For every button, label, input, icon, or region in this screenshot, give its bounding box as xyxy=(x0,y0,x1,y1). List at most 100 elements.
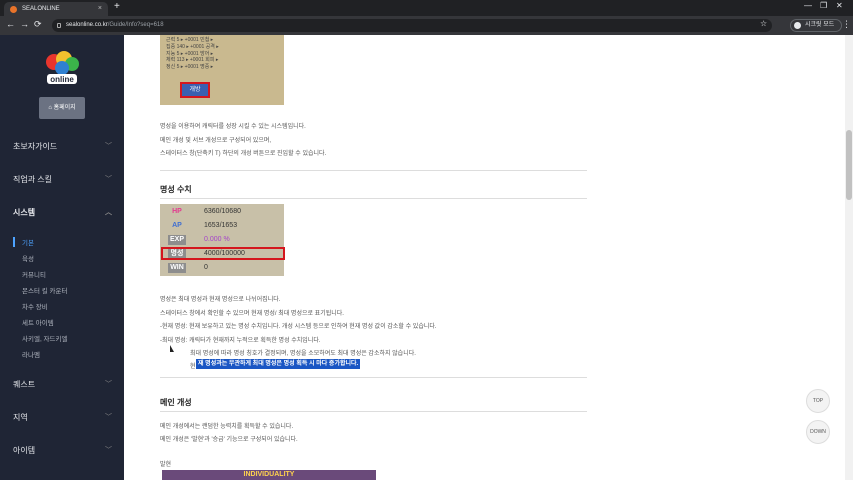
logo-text: online xyxy=(50,75,74,84)
browser-tab-bar: SEALONLINE × + — ❐ ✕ xyxy=(0,0,853,16)
divider xyxy=(160,170,587,171)
site-favicon-icon xyxy=(10,6,17,13)
selected-text-highlight[interactable]: 재 명성과는 무관하게 최대 명성은 명성 획득 시 마다 증가합니다. xyxy=(196,359,361,369)
sub-heading-manifest: 발현 xyxy=(160,462,172,468)
divider xyxy=(160,411,587,412)
sidebar: online ⌂ 홈페이지 초보자가이드 ﹀ 직업과 스킬 ﹀ 시스템 ︿ 기본… xyxy=(0,35,124,480)
sidebar-item-system[interactable]: 시스템 ︿ xyxy=(13,207,112,218)
fame-stats-screenshot: HP 6360/10680 AP 1653/1653 EXP 0.000 % 명… xyxy=(160,204,285,276)
mouse-cursor-icon xyxy=(170,345,174,352)
main-content: 근력 5 ▸ +0001 민첩 ▸ 집중 140 ▸ +0001 공격 ▸ 지능… xyxy=(124,35,845,480)
homepage-button[interactable]: ⌂ 홈페이지 xyxy=(39,97,85,119)
stat-value: 1653/1653 xyxy=(204,222,238,229)
close-window-icon[interactable]: ✕ xyxy=(836,1,843,10)
chevron-down-icon: ﹀ xyxy=(105,381,112,388)
new-tab-button[interactable]: + xyxy=(114,1,120,12)
scrollbar-thumb[interactable] xyxy=(846,130,852,200)
stat-label: EXP xyxy=(168,235,186,245)
lock-icon xyxy=(57,23,61,28)
divider xyxy=(160,377,587,378)
fame-paragraph: 스테이터스 창에서 확인할 수 있으며 현재 명성/ 최대 명성으로 표기됩니다… xyxy=(160,311,344,317)
stat-label: WIN xyxy=(168,263,186,273)
down-label: DOWN xyxy=(810,429,826,435)
stat-row-win: WIN 0 xyxy=(162,262,282,274)
status-line: 집중 140 ▸ +0001 공격 ▸ xyxy=(166,43,219,50)
chevron-down-icon: ﹀ xyxy=(105,176,112,183)
stat-row-hp: HP 6360/10680 xyxy=(162,206,282,218)
stat-value: 6360/10680 xyxy=(204,208,241,215)
seal-online-logo[interactable]: online xyxy=(44,50,80,86)
browser-toolbar: ← → ⟳ sealonline.co.kr/Guide/Info?seq=61… xyxy=(0,16,853,35)
sidebar-subitem-ranamem[interactable]: 라나멤 xyxy=(22,349,40,359)
sidebar-subitem-growth[interactable]: 육성 xyxy=(22,253,34,263)
main-paragraph: 메인 개성은 '발현'과 '승급' 기능으로 구성되어 있습니다. xyxy=(160,437,298,443)
fame-paragraph: -현재 명성: 현재 보유하고 있는 명성 수치입니다. 개성 시스템 등으로 … xyxy=(160,324,437,330)
sidebar-subitem-basic[interactable]: 기본 xyxy=(22,237,34,247)
sidebar-subitem-monster-kill-counter[interactable]: 몬스터 킬 카운터 xyxy=(22,285,67,295)
sidebar-item-label: 아이템 xyxy=(13,446,36,455)
browser-menu-icon[interactable]: ⋮ xyxy=(842,19,851,30)
section-title-fame: 명성 수치 xyxy=(160,185,192,194)
bookmark-star-icon[interactable]: ☆ xyxy=(760,19,767,28)
sidebar-subitem-tier-equipment[interactable]: 차수 장비 xyxy=(22,301,48,311)
stat-label: AP xyxy=(172,222,182,229)
intro-text: 메인 개성 및 서브 개성으로 구성되어 있으며, xyxy=(160,138,272,144)
sidebar-item-label: 시스템 xyxy=(13,208,36,217)
fame-paragraph: 현 xyxy=(190,364,196,370)
sidebar-item-beginner-guide[interactable]: 초보자가이드 ﹀ xyxy=(13,141,112,152)
main-paragraph: 메인 개성에서는 랜덤한 능력치를 획득할 수 있습니다. xyxy=(160,424,294,430)
divider xyxy=(160,198,587,199)
stat-row-exp: EXP 0.000 % xyxy=(162,234,282,246)
status-window-lines: 근력 5 ▸ +0001 민첩 ▸ 집중 140 ▸ +0001 공격 ▸ 지능… xyxy=(166,37,219,71)
fame-paragraph: 명성은 최대 명성과 현재 명성으로 나뉘어집니다. xyxy=(160,297,281,303)
intro-text: 명성을 이용하여 캐릭터를 성장 시킬 수 있는 시스템입니다. xyxy=(160,124,306,130)
stat-value: 0 xyxy=(204,264,208,271)
sidebar-item-label: 직업과 스킬 xyxy=(13,175,53,184)
reload-icon[interactable]: ⟳ xyxy=(34,19,42,30)
forward-icon[interactable]: → xyxy=(20,19,29,29)
sidebar-subitem-set-items[interactable]: 세트 아이템 xyxy=(22,317,54,327)
fame-highlight-box xyxy=(161,247,285,260)
incognito-profile-button[interactable]: 시크릿 모드 xyxy=(790,19,843,32)
tab-close-icon[interactable]: × xyxy=(98,2,102,16)
chevron-up-icon: ︿ xyxy=(105,209,112,216)
status-window-screenshot: 근력 5 ▸ +0001 민첩 ▸ 집중 140 ▸ +0001 공격 ▸ 지능… xyxy=(160,35,284,105)
section-title-main-individuality: 메인 개성 xyxy=(160,398,192,407)
active-subitem-indicator xyxy=(13,237,15,247)
sidebar-item-label: 초보자가이드 xyxy=(13,142,58,151)
sidebar-item-label: 퀘스트 xyxy=(13,380,36,389)
sidebar-item-item[interactable]: 아이템 ﹀ xyxy=(13,445,112,456)
address-bar[interactable]: sealonline.co.kr/Guide/Info?seq=618 xyxy=(52,19,772,32)
chevron-down-icon: ﹀ xyxy=(105,143,112,150)
individuality-open-button: 개방 xyxy=(180,82,210,98)
tab-title: SEALONLINE xyxy=(22,6,60,12)
sidebar-item-jobs-skills[interactable]: 직업과 스킬 ﹀ xyxy=(13,174,112,185)
browser-tab[interactable]: SEALONLINE × xyxy=(4,2,108,16)
sidebar-subitem-sakiel-zadkiel[interactable]: 사키엘, 자드키엘 xyxy=(22,333,67,343)
url-path: /Guide/Info?seq=618 xyxy=(107,22,164,28)
minimize-icon[interactable]: — xyxy=(804,1,812,10)
back-icon[interactable]: ← xyxy=(6,19,15,29)
url-host: sealonline.co.kr xyxy=(66,22,108,28)
restore-icon[interactable]: ❐ xyxy=(820,1,827,10)
status-line: 정신 5 ▸ +0001 명중 ▸ xyxy=(166,64,214,71)
chevron-down-icon: ﹀ xyxy=(105,414,112,421)
intro-text: 스테이터스 창(단축키 T) 하단의 개성 버튼으로 진입할 수 있습니다. xyxy=(160,151,327,157)
sidebar-item-region[interactable]: 지역 ﹀ xyxy=(13,412,112,423)
scroll-down-button[interactable]: DOWN xyxy=(806,420,830,444)
stat-value: 0.000 % xyxy=(204,236,230,243)
individuality-banner: INDIVIDUALITY xyxy=(162,470,376,480)
sidebar-subitem-community[interactable]: 커뮤니티 xyxy=(22,269,46,279)
fame-paragraph: 최대 명성에 따라 명성 칭호가 결정되며, 명성을 소모하여도 최대 명성은 … xyxy=(190,351,416,357)
top-label: TOP xyxy=(812,398,824,404)
chevron-down-icon: ﹀ xyxy=(105,447,112,454)
stat-label: HP xyxy=(172,208,182,215)
fame-paragraph: -최대 명성: 캐릭터가 현재까지 누적으로 획득한 명성 수치입니다. xyxy=(160,338,321,344)
stat-row-ap: AP 1653/1653 xyxy=(162,220,282,232)
scroll-top-button[interactable]: TOP xyxy=(806,389,830,413)
incognito-icon xyxy=(794,22,801,29)
sidebar-item-quest[interactable]: 퀘스트 ﹀ xyxy=(13,379,112,390)
sidebar-item-label: 지역 xyxy=(13,413,28,422)
profile-label: 시크릿 모드 xyxy=(805,22,835,28)
scrollbar[interactable] xyxy=(845,35,853,480)
